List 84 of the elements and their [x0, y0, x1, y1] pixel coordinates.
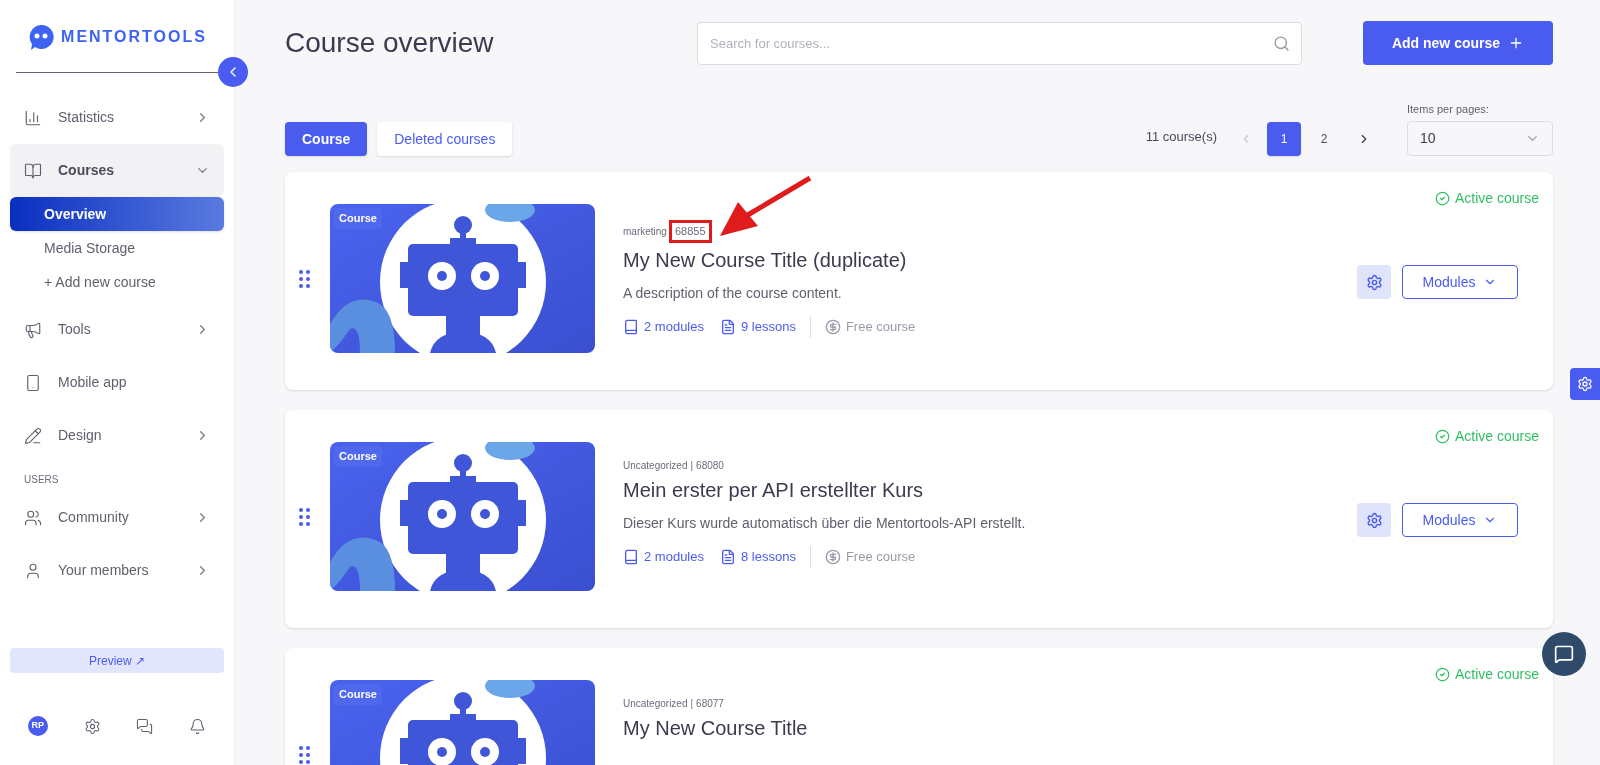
- page-button[interactable]: 2: [1307, 122, 1341, 156]
- price-label: Free course: [845, 548, 916, 567]
- course-category: marketing: [623, 224, 667, 239]
- user-avatar[interactable]: RP: [27, 716, 48, 736]
- drag-handle-icon[interactable]: [299, 746, 310, 764]
- course-description: Dieser Kurs wurde automatisch über die Mentortools-API erstellt.: [623, 514, 1026, 533]
- modules-dropdown[interactable]: Modules: [1402, 265, 1518, 299]
- collapse-button[interactable]: [218, 57, 248, 87]
- price-label: Free course: [845, 317, 916, 336]
- course-count: 11 course(s): [1145, 127, 1217, 146]
- pencil-icon: [24, 426, 42, 445]
- section-heading: USERS: [23, 473, 60, 487]
- course-category: Uncategorized: [623, 459, 688, 473]
- course-description: A description of the course content.: [623, 283, 843, 303]
- course-title: My New Course Title: [623, 716, 808, 741]
- submenu-item[interactable]: Overview: [10, 197, 224, 231]
- preview-button[interactable]: Preview ↗: [10, 648, 224, 673]
- lessons-count[interactable]: 8 lessons: [741, 547, 796, 567]
- course-tag: Course: [334, 208, 382, 229]
- status-label: Active course: [1454, 427, 1539, 446]
- separator: |: [690, 459, 694, 473]
- status-label: Active course: [1454, 665, 1539, 684]
- course-id: 68077: [696, 697, 724, 711]
- items-per-page-label: Items per pages:: [1407, 101, 1490, 117]
- modules-dropdown[interactable]: Modules: [1402, 503, 1518, 537]
- logo-text: MENTORTOOLS: [61, 27, 207, 47]
- items-per-page-select[interactable]: 10: [1407, 121, 1553, 156]
- book-icon: [24, 161, 42, 180]
- modules-count[interactable]: 2 modules: [644, 547, 704, 567]
- chat-icon: [1554, 644, 1574, 664]
- add-course-button[interactable]: Add new course: [1363, 21, 1553, 65]
- modules-count[interactable]: 2 modules: [644, 316, 704, 337]
- submenu-item[interactable]: + Add new course: [10, 265, 224, 299]
- nav-item[interactable]: Mobile app: [10, 356, 224, 409]
- settings-icon: [1365, 273, 1383, 291]
- dollar-icon: [824, 549, 841, 565]
- check-circle-icon: [1434, 191, 1450, 206]
- course-tag: Course: [334, 684, 382, 705]
- course-title: Mein erster per API erstellter Kurs: [623, 478, 925, 503]
- course-category: Uncategorized: [623, 697, 688, 711]
- check-circle-icon: [1434, 667, 1450, 682]
- nav-item[interactable]: Tools: [10, 303, 224, 356]
- course-title: My New Course Title (duplicate): [623, 247, 908, 273]
- drag-handle-icon[interactable]: [299, 508, 310, 526]
- settings-icon: [1365, 511, 1383, 529]
- document-icon: [720, 318, 736, 335]
- book-icon: [623, 549, 639, 565]
- tab[interactable]: Course: [285, 122, 368, 156]
- chat-button[interactable]: [1542, 632, 1586, 676]
- bell-icon[interactable]: [189, 717, 207, 735]
- settings-icon: [1577, 376, 1593, 392]
- course-id: 68080: [696, 459, 724, 473]
- settings-button[interactable]: [1357, 265, 1391, 299]
- book-icon: [623, 318, 639, 335]
- nav-item[interactable]: Statistics: [10, 91, 224, 144]
- submenu-item[interactable]: Media Storage: [10, 231, 224, 265]
- search-field[interactable]: Search for courses...: [697, 21, 1302, 65]
- nav-item[interactable]: Courses: [10, 144, 224, 197]
- logo-icon: [27, 23, 56, 51]
- megaphone-icon: [24, 320, 42, 339]
- nav-item[interactable]: Design: [10, 409, 224, 462]
- nav-item[interactable]: Community: [10, 491, 224, 544]
- phone-icon: [24, 373, 42, 392]
- page-button[interactable]: 1: [1267, 122, 1301, 156]
- status-label: Active course: [1454, 189, 1539, 208]
- lessons-count[interactable]: 9 lessons: [741, 316, 796, 337]
- check-circle-icon: [1434, 429, 1450, 444]
- person-icon: [24, 561, 42, 580]
- people-icon: [24, 508, 42, 527]
- course-id: 68855: [668, 220, 712, 243]
- chat-icon[interactable]: [136, 717, 154, 735]
- document-icon: [720, 549, 736, 565]
- page-title: Course overview: [285, 26, 495, 60]
- floating-settings-button[interactable]: [1570, 368, 1600, 400]
- course-tag: Course: [334, 446, 382, 467]
- nav-item[interactable]: Your members: [10, 544, 224, 597]
- dollar-icon: [824, 318, 841, 335]
- drag-handle-icon[interactable]: [299, 270, 310, 288]
- settings-button[interactable]: [1357, 503, 1391, 537]
- tab[interactable]: Deleted courses: [377, 122, 513, 156]
- bar-chart-icon: [24, 108, 42, 127]
- search-icon: [1273, 34, 1290, 52]
- settings-icon[interactable]: [83, 717, 101, 735]
- separator: |: [690, 697, 694, 711]
